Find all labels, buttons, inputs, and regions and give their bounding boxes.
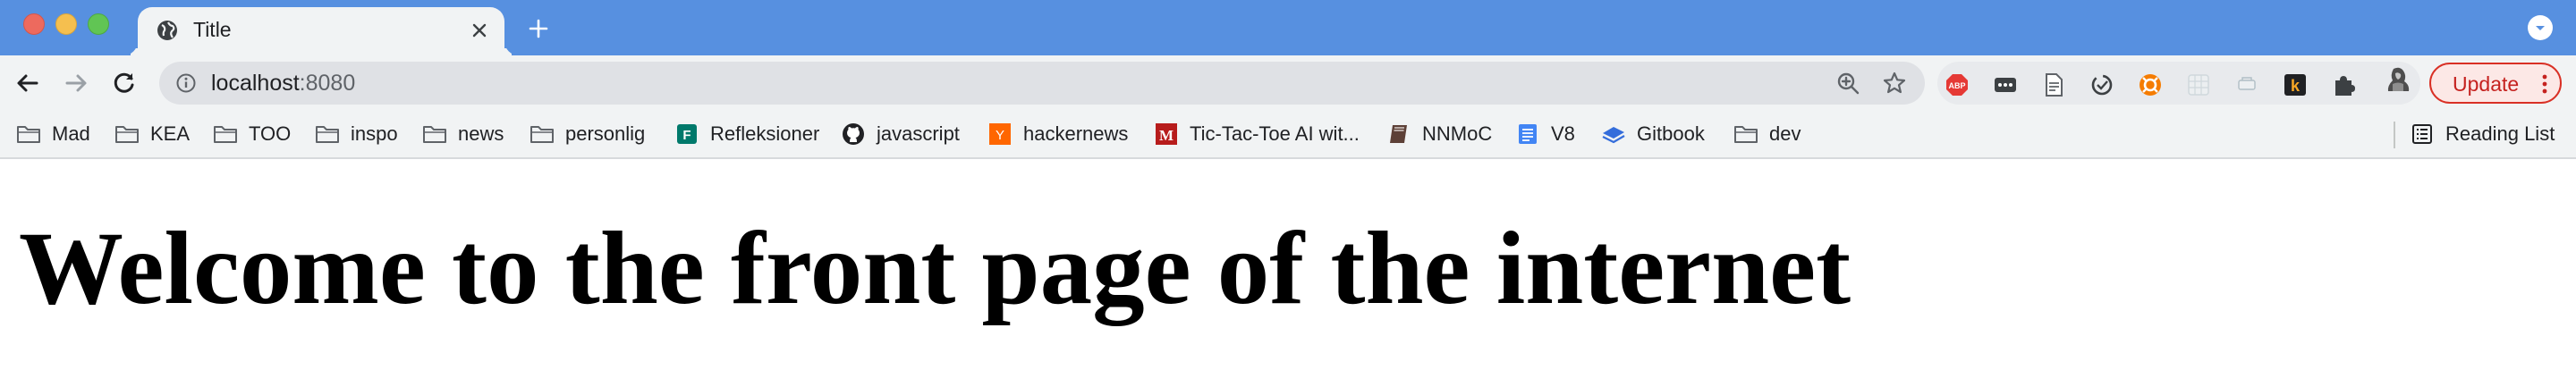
window-minimize-button[interactable] [55,13,77,35]
folder-icon [1733,122,1758,146]
bookmark-label: dev [1769,122,1801,145]
bookmark-gitbook[interactable]: Gitbook [1601,121,1705,147]
docs-icon [1515,122,1540,146]
bookmark-folder-news[interactable]: news [422,121,504,147]
bookmark-label: inspo [351,122,398,145]
folder-icon [315,122,340,146]
bookmark-folder-mad[interactable]: Mad [16,121,90,147]
update-label: Update [2453,72,2520,96]
active-tab[interactable]: Title [138,7,504,55]
update-button[interactable]: Update [2429,63,2562,104]
svg-text:ABP: ABP [1948,81,1965,90]
bookmark-label: KEA [150,122,191,145]
bookmark-hackernews[interactable]: Y hackernews [987,121,1128,147]
orange-extension-icon[interactable] [2138,72,2163,97]
adblock-plus-icon[interactable]: ABP [1945,72,1970,97]
bookmark-javascript[interactable]: javascript [841,121,960,147]
bookmark-label: Refleksioner [710,122,820,145]
bookmark-label: NNMoC [1422,122,1493,145]
reload-button[interactable] [107,66,141,100]
book-icon [1386,122,1411,146]
window-close-button[interactable] [23,13,45,35]
url-port: :8080 [299,71,356,96]
bookmark-folder-personlig[interactable]: personlig [530,121,645,147]
arrow-right-icon [65,74,87,92]
document-icon[interactable] [2041,72,2066,97]
back-button[interactable] [11,66,45,100]
page-content: Welcome to the front page of the interne… [0,161,2576,370]
info-icon[interactable] [175,72,197,94]
medium-icon: M [1154,122,1179,146]
tab-strip: Title [0,0,2576,55]
folder-icon [530,122,555,146]
bookmark-label: news [458,122,504,145]
tray-extension-icon[interactable] [2234,72,2259,97]
bookmark-tic-tac-toe[interactable]: M Tic-Tac-Toe AI wit... [1154,121,1360,147]
arrow-left-icon [17,74,38,92]
zoom-icon[interactable] [1835,71,1860,96]
bookmark-label: Gitbook [1637,122,1705,145]
reading-list-label: Reading List [2445,122,2555,145]
k-extension-icon[interactable]: k [2283,72,2308,97]
bookmark-refleksioner[interactable]: F Refleksioner [674,121,819,147]
svg-text:F: F [682,128,691,143]
tab-close-icon[interactable] [467,18,492,43]
url-host: localhost [211,71,300,96]
tab-title: Title [193,18,232,41]
new-tab-button[interactable] [524,14,553,43]
tab-search-button[interactable] [2528,15,2553,40]
window-maximize-button[interactable] [88,13,109,35]
more-vertical-icon [2542,74,2547,94]
github-icon [841,122,866,146]
sync-icon[interactable] [2089,72,2114,97]
grid-extension-icon[interactable] [2186,72,2211,97]
chevron-down-icon [2536,26,2545,30]
bookmark-label: Tic-Tac-Toe AI wit... [1190,122,1360,145]
password-manager-icon[interactable] [1993,72,2018,97]
url-text[interactable]: localhost:8080 [211,71,355,97]
folder-icon [16,122,41,146]
star-icon[interactable] [1882,71,1907,96]
bookmark-label: hackernews [1023,122,1129,145]
bookmark-label: TOO [249,122,292,145]
bookmark-v8[interactable]: V8 [1515,121,1575,147]
bookmark-nnmoc[interactable]: NNMoC [1386,121,1492,147]
bookmark-label: V8 [1551,122,1575,145]
bookmark-label: javascript [877,122,960,145]
extensions-area: ABP k [1937,62,2420,105]
forward-button[interactable] [59,66,93,100]
reload-icon [114,72,134,93]
folder-icon [114,122,140,146]
bookmark-folder-kea[interactable]: KEA [114,121,190,147]
globe-icon [157,21,177,40]
reading-list-button[interactable]: Reading List [2410,121,2555,147]
bookmark-folder-too[interactable]: TOO [213,121,291,147]
folder-icon [422,122,447,146]
bookmark-label: Mad [52,122,90,145]
address-bar[interactable]: localhost:8080 [159,62,1925,105]
page-heading: Welcome to the front page of the interne… [19,211,1852,326]
bookmark-label: personlig [565,122,646,145]
folder-icon [213,122,238,146]
reading-list-icon [2410,122,2435,146]
svg-text:M: M [1159,127,1174,144]
toolbar: localhost:8080 ABP k Update [0,55,2576,111]
bookmarks-bar: Mad KEA TOO inspo news personlig F Refle… [0,111,2576,159]
forms-icon: F [674,122,699,146]
svg-text:k: k [2291,77,2301,95]
gitbook-icon [1601,122,1626,146]
puzzle-icon[interactable] [2331,72,2356,97]
bookmark-folder-dev[interactable]: dev [1733,121,1801,147]
bookmarks-separator [2394,122,2395,148]
svg-text:Y: Y [996,128,1004,143]
avatar[interactable] [2385,66,2411,93]
ycombinator-icon: Y [987,122,1013,146]
bookmark-folder-inspo[interactable]: inspo [315,121,398,147]
plus-icon [529,19,548,38]
